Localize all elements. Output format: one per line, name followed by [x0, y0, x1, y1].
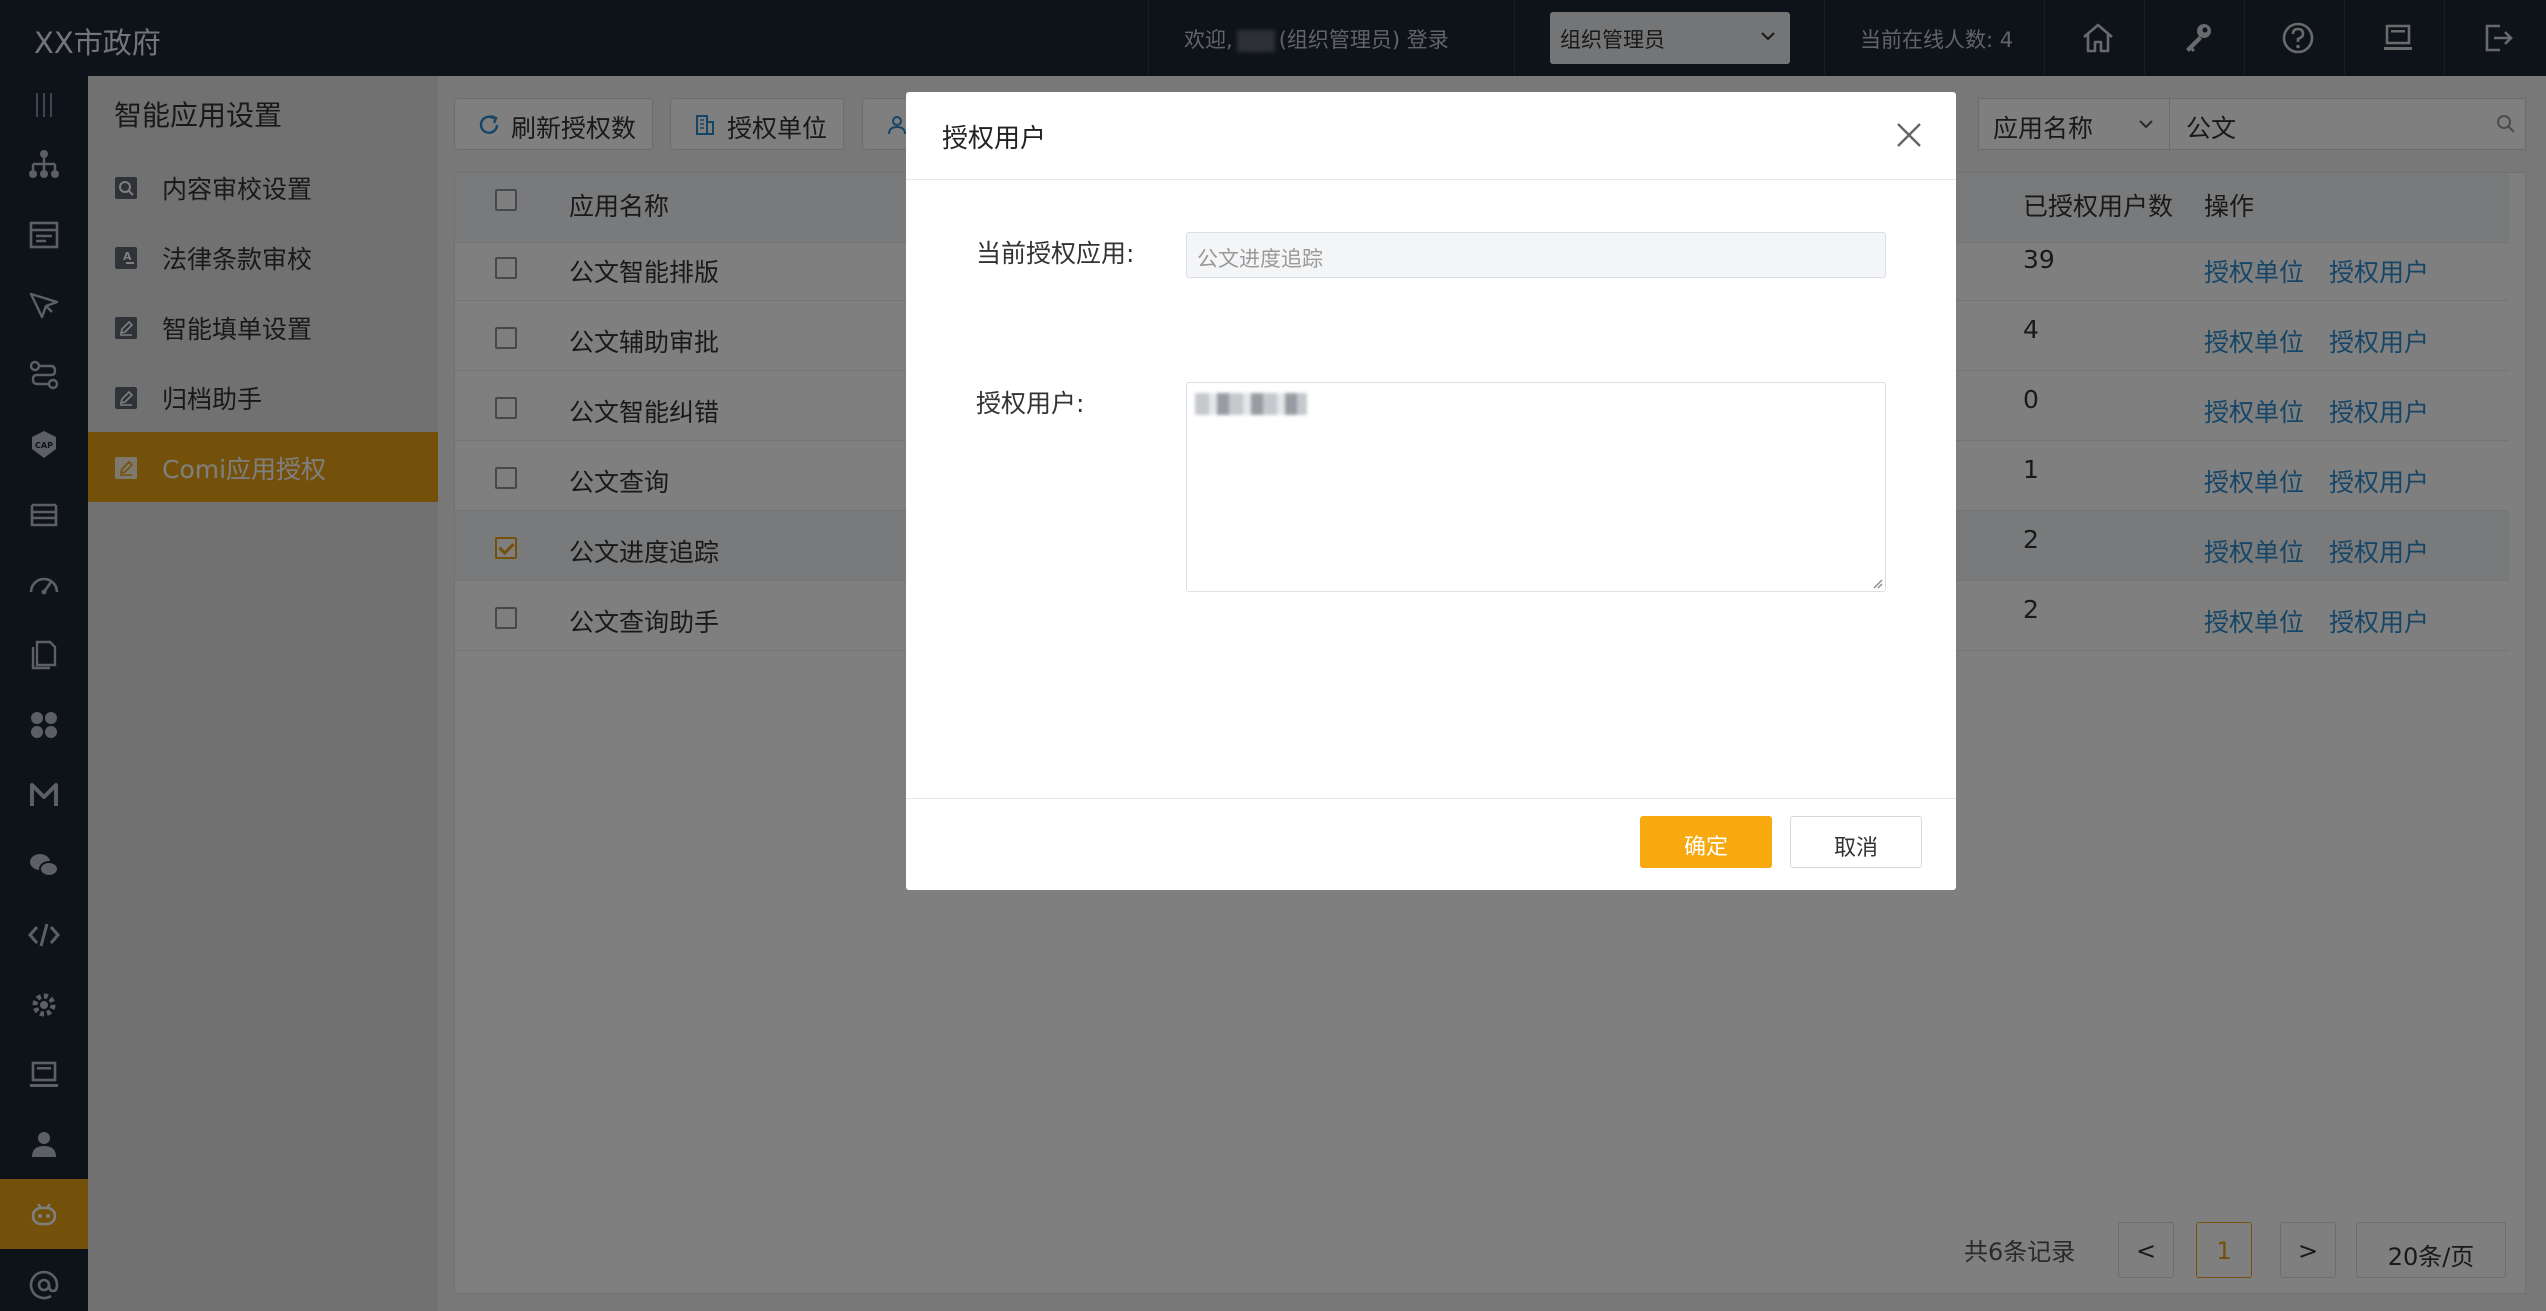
confirm-button[interactable]: 确定 — [1640, 816, 1772, 868]
dialog-title: 授权用户 — [942, 124, 1047, 154]
close-icon[interactable] — [1894, 120, 1924, 150]
user-entry-blurred — [1195, 393, 1307, 415]
auth-user-dialog: 授权用户 当前授权应用: 公文进度追踪 授权用户: 确定 取消 — [906, 92, 1956, 890]
current-app-label: 当前授权应用: — [976, 239, 1135, 268]
auth-users-label: 授权用户: — [976, 389, 1085, 418]
resize-handle-icon[interactable] — [1869, 575, 1883, 589]
current-app-field: 公文进度追踪 — [1186, 232, 1886, 278]
auth-users-textarea[interactable] — [1186, 382, 1886, 592]
cancel-button[interactable]: 取消 — [1790, 816, 1922, 868]
dialog-header: 授权用户 — [906, 92, 1956, 180]
